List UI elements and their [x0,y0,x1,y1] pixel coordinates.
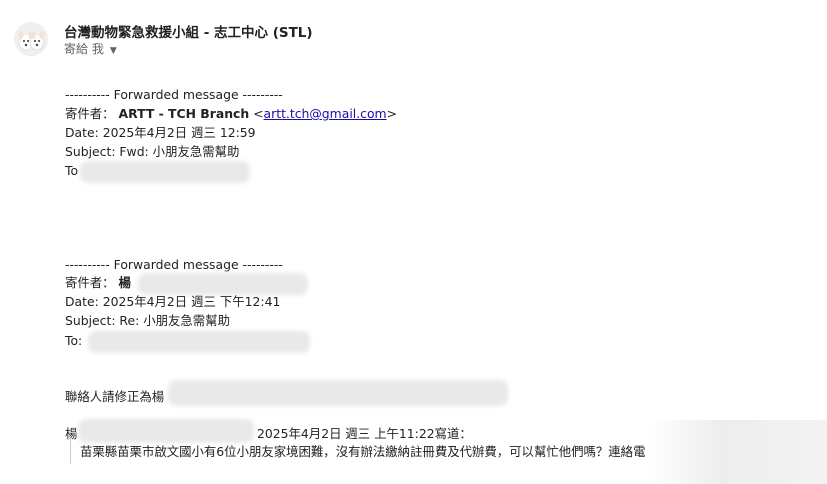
sender-name[interactable]: 台灣動物緊急救援小組 - 志工中心 (STL) [64,21,313,41]
redacted-recipient-1 [80,161,250,183]
email-bracket-close: > [386,106,397,121]
from-line-2: 寄件者： 楊 [65,274,131,292]
forward-separator-1: ---------- Forwarded message --------- [65,87,283,102]
to-label-2: To: [65,333,83,348]
from-label: 寄件者： [65,106,115,121]
date-line-1: Date: 2025年4月2日 週三 12:59 [65,125,256,140]
redacted-overflow [650,420,827,484]
recipient-line[interactable]: 寄給 我 ▼ [64,40,117,57]
from-label: 寄件者： [65,275,115,290]
chevron-down-icon[interactable]: ▼ [110,46,117,56]
from-name: 楊 [118,275,131,290]
email-bracket-open: < [253,106,264,121]
quoted-message-text: 苗栗縣苗栗市啟文國小有6位小朋友家境困難，沒有辦法繳納註冊費及代辦費，可以幫忙他… [80,444,646,459]
date-line-2: Date: 2025年4月2日 週三 下午12:41 [65,294,281,309]
recipient-label: 寄給 我 [64,42,104,56]
email-header: 台灣動物緊急救援小組 - 志工中心 (STL) 寄給 我 ▼ [14,18,614,62]
quoted-message: 苗栗縣苗栗市啟文國小有6位小朋友家境困難，沒有辦法繳納註冊費及代辦費，可以幫忙他… [70,438,679,464]
redacted-sender-2 [138,273,308,295]
from-email-link[interactable]: artt.tch@gmail.com [264,106,387,121]
to-label-1: To [65,163,79,178]
contact-line: 聯絡人請修正為楊 [65,389,165,404]
from-line-1: 寄件者： ARTT - TCH Branch <artt.tch@gmail.c… [65,105,397,123]
redacted-contact [168,380,508,406]
subject-line-2: Subject: Re: 小朋友急需幫助 [65,313,230,328]
forward-separator-2: ---------- Forwarded message --------- [65,257,283,272]
from-name: ARTT - TCH Branch [118,106,250,121]
subject-line-1: Subject: Fwd: 小朋友急需幫助 [65,144,240,159]
redacted-recipient-2 [88,331,310,353]
dogs-avatar-icon[interactable] [14,22,48,56]
